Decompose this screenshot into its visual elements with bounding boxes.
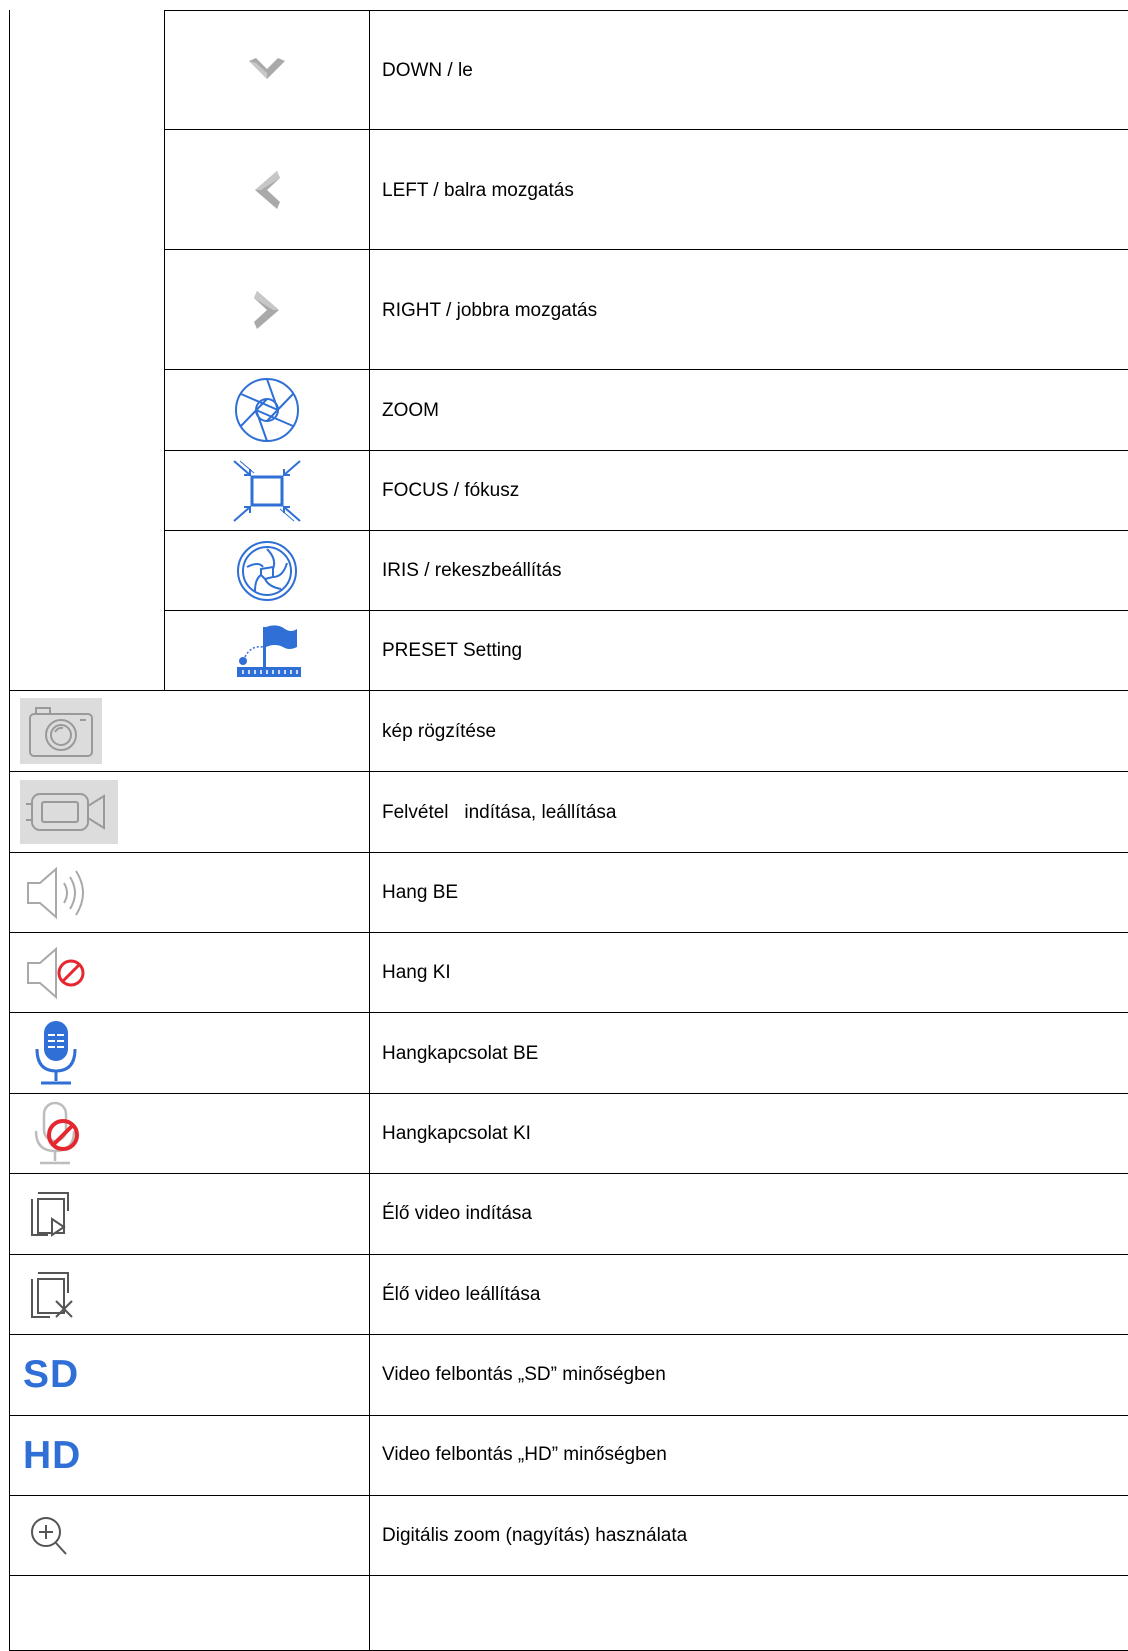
label-down: DOWN / le	[382, 60, 473, 81]
label-sd: Video felbontás „SD” minőségben	[382, 1364, 666, 1385]
row-divider	[9, 690, 1128, 691]
chevron-right-icon	[165, 250, 369, 369]
label-focus: FOCUS / fókusz	[382, 480, 520, 501]
table-border-left	[9, 10, 10, 1651]
sd-icon: SD	[23, 1335, 143, 1415]
sd-icon-text: SD	[23, 1353, 80, 1396]
zoom-in-icon	[28, 1496, 88, 1575]
column-divider	[369, 10, 370, 1651]
row-divider	[9, 1334, 1128, 1335]
zoom-aperture-icon	[165, 370, 369, 450]
live-video-stop-icon	[28, 1255, 88, 1334]
focus-icon	[165, 451, 369, 530]
row-divider	[9, 1012, 1128, 1013]
row-divider	[9, 1254, 1128, 1255]
hd-icon-text: HD	[23, 1433, 82, 1477]
speaker-off-icon	[24, 933, 104, 1012]
label-preset: PRESET Setting	[382, 640, 523, 661]
label-sound-off: Hang KI	[382, 962, 451, 983]
label-intercom-off: Hangkapcsolat KI	[382, 1123, 531, 1144]
hd-icon: HD	[23, 1416, 143, 1495]
label-sound-on: Hang BE	[382, 882, 459, 903]
microphone-on-icon	[31, 1013, 91, 1093]
label-intercom-on: Hangkapcsolat BE	[382, 1043, 539, 1064]
row-divider	[9, 852, 1128, 853]
label-left: LEFT / balra mozgatás	[382, 180, 574, 201]
label-digital-zoom: Digitális zoom (nagyítás) használata	[382, 1525, 688, 1546]
label-live-stop: Élő video leállítása	[382, 1284, 541, 1305]
chevron-down-icon	[165, 10, 369, 129]
label-capture-image: kép rögzítése	[382, 721, 497, 742]
row-divider	[9, 771, 1128, 772]
label-zoom: ZOOM	[382, 400, 439, 421]
icon-legend-table: DOWN / le LEFT / balra mozgatás RIGHT / …	[9, 10, 1128, 1651]
label-hd: Video felbontás „HD” minőségben	[382, 1444, 667, 1465]
label-right: RIGHT / jobbra mozgatás	[382, 300, 598, 321]
row-divider	[9, 1093, 1128, 1094]
label-live-start: Élő video indítása	[382, 1203, 532, 1224]
row-divider	[9, 1415, 1128, 1416]
preset-flag-icon	[165, 611, 369, 690]
video-camera-icon	[20, 772, 118, 852]
speaker-on-icon	[24, 853, 104, 932]
microphone-off-icon	[31, 1094, 91, 1173]
iris-icon	[165, 531, 369, 610]
row-divider	[9, 932, 1128, 933]
row-divider	[9, 1495, 1128, 1496]
chevron-left-icon	[165, 130, 369, 249]
live-video-start-icon	[28, 1174, 88, 1254]
row-divider	[9, 1173, 1128, 1174]
label-iris: IRIS / rekeszbeállítás	[382, 560, 562, 581]
camera-icon	[20, 691, 102, 771]
row-divider	[9, 1575, 1128, 1576]
label-record: Felvétel indítása, leállítása	[382, 802, 617, 823]
